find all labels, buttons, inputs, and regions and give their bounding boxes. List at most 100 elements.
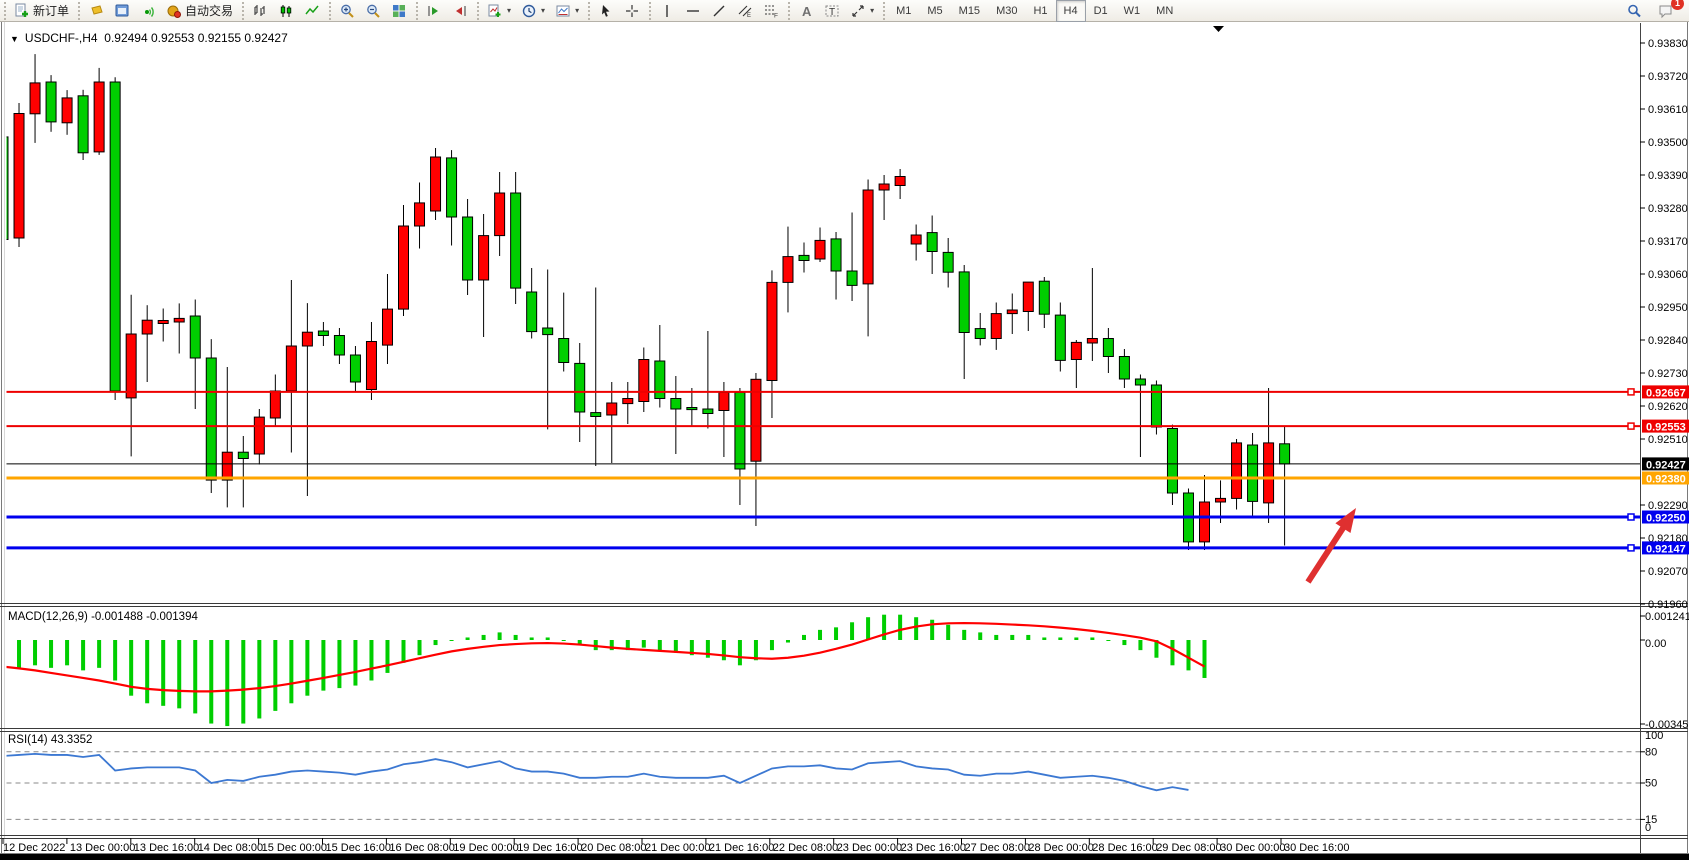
toolbar: 新订单自动交易▾▾▾EFAT▾M1M5M15M30H1H4D1W1MN1	[0, 0, 1689, 22]
price-tick-label: 0.93390	[1648, 170, 1688, 182]
timeframe-h4-button[interactable]: H4	[1056, 0, 1086, 22]
macd-histogram-bar	[914, 617, 918, 640]
macd-pane	[1, 615, 1207, 726]
macd-histogram-bar	[498, 632, 502, 640]
chart-shift-button[interactable]	[448, 0, 472, 22]
chart-candles-button[interactable]	[274, 0, 298, 22]
candle-body	[943, 252, 953, 272]
macd-histogram-bar	[802, 635, 806, 640]
chat-button[interactable]: 1	[1654, 0, 1678, 22]
svg-text:A: A	[802, 4, 812, 19]
macd-histogram-bar	[962, 630, 966, 640]
tile-windows-button[interactable]	[387, 0, 411, 22]
candle-body	[591, 413, 601, 417]
timeframe-d1-button[interactable]: D1	[1086, 0, 1116, 22]
indicators-button[interactable]: ▾	[483, 0, 515, 22]
chart-line-button[interactable]	[300, 0, 324, 22]
price-badge-label: 0.92147	[1646, 543, 1686, 555]
macd-axis: 0.0012410.00-0.003459	[1640, 611, 1689, 731]
timeframe-m5-button[interactable]: M5	[919, 0, 950, 22]
market-window-button[interactable]	[110, 0, 134, 22]
candle-body	[110, 82, 120, 391]
candle-body	[463, 217, 473, 280]
price-badge-label: 0.92553	[1646, 422, 1686, 434]
vertical-line-button[interactable]	[655, 0, 679, 22]
time-axis-label: 13 Dec 16:00	[134, 842, 199, 854]
zoom-out-button[interactable]	[361, 0, 385, 22]
candle-body	[607, 403, 617, 415]
crosshair-button[interactable]	[620, 0, 644, 22]
arrows-button[interactable]: ▾	[846, 0, 878, 22]
horizontal-line-button[interactable]	[681, 0, 705, 22]
toolbar-grip	[2, 2, 7, 20]
horizontal-line-icon	[685, 3, 701, 19]
chart-canvas[interactable]: 0.938300.937200.936100.935000.933900.932…	[0, 22, 1689, 860]
macd-histogram-bar	[978, 632, 982, 640]
toolbar-separator	[327, 2, 332, 20]
chart-candles-icon	[278, 3, 294, 19]
new-order-button[interactable]: 新订单	[10, 0, 73, 22]
macd-histogram-bar	[1042, 637, 1046, 640]
macd-signal-line	[3, 623, 1205, 691]
search-button[interactable]	[1622, 0, 1646, 22]
trend-arrow-annotation[interactable]	[1308, 508, 1356, 582]
hline-handle[interactable]	[1628, 545, 1634, 551]
candle-body	[206, 358, 216, 480]
candle-body	[575, 363, 585, 412]
candle-body	[831, 239, 841, 271]
time-axis-label: 21 Dec 00:00	[645, 842, 710, 854]
scroll-position-marker	[1213, 26, 1224, 32]
trendline-button[interactable]	[707, 0, 731, 22]
fibonacci-button[interactable]: F	[759, 0, 783, 22]
macd-histogram-bar	[321, 640, 325, 691]
text-button[interactable]: A	[794, 0, 818, 22]
chevron-down-icon: ▾	[507, 6, 511, 15]
timeframe-mn-button[interactable]: MN	[1148, 0, 1181, 22]
auto-scroll-button[interactable]	[422, 0, 446, 22]
toolbar-separator	[475, 2, 480, 20]
macd-histogram-bar	[209, 640, 213, 724]
timeframe-m15-button[interactable]: M15	[951, 0, 988, 22]
price-tick-label: 0.92620	[1648, 401, 1688, 413]
macd-histogram-bar	[1122, 640, 1126, 645]
timeframe-h1-button[interactable]: H1	[1025, 0, 1055, 22]
timeframe-m1-button[interactable]: M1	[888, 0, 919, 22]
periods-clock-button[interactable]: ▾	[517, 0, 549, 22]
candle-body	[286, 346, 296, 391]
zoom-in-button[interactable]	[335, 0, 359, 22]
cursor-button[interactable]	[594, 0, 618, 22]
trendline-icon	[711, 3, 727, 19]
time-axis-label: 16 Dec 08:00	[389, 842, 454, 854]
hline-handle[interactable]	[1628, 423, 1634, 429]
price-tick-label: 0.93830	[1648, 38, 1688, 50]
macd-histogram-bar	[898, 615, 902, 640]
macd-histogram-bar	[642, 640, 646, 648]
time-axis-label: 21 Dec 16:00	[709, 842, 774, 854]
hline-handle[interactable]	[1628, 389, 1634, 395]
signal-button[interactable]	[136, 0, 160, 22]
candle-body	[126, 334, 136, 398]
hline-handle[interactable]	[1628, 514, 1634, 520]
price-tick-label: 0.92950	[1648, 302, 1688, 314]
candle-body	[847, 271, 857, 285]
timeframe-w1-button[interactable]: W1	[1116, 0, 1149, 22]
autotrade-button[interactable]: 自动交易	[162, 0, 237, 22]
candle-body	[1039, 281, 1049, 314]
macd-histogram-bar	[1058, 637, 1062, 640]
macd-histogram-bar	[994, 635, 998, 640]
templates-button[interactable]: ▾	[551, 0, 583, 22]
channel-button[interactable]: E	[733, 0, 757, 22]
candle-body	[270, 391, 280, 418]
text-label-button[interactable]: T	[820, 0, 844, 22]
channel-icon: E	[737, 3, 753, 19]
text-icon: A	[798, 3, 814, 19]
collapse-triangle-icon[interactable]: ▼	[10, 34, 19, 44]
timeframe-m30-button[interactable]: M30	[988, 0, 1025, 22]
time-axis-label: 19 Dec 16:00	[517, 842, 582, 854]
chart-bars-button[interactable]	[248, 0, 272, 22]
macd-histogram-bar	[722, 640, 726, 660]
candle-body	[767, 282, 777, 380]
gold-bar-button[interactable]	[84, 0, 108, 22]
price-tick-label: 0.93500	[1648, 137, 1688, 149]
macd-histogram-bar	[850, 622, 854, 640]
